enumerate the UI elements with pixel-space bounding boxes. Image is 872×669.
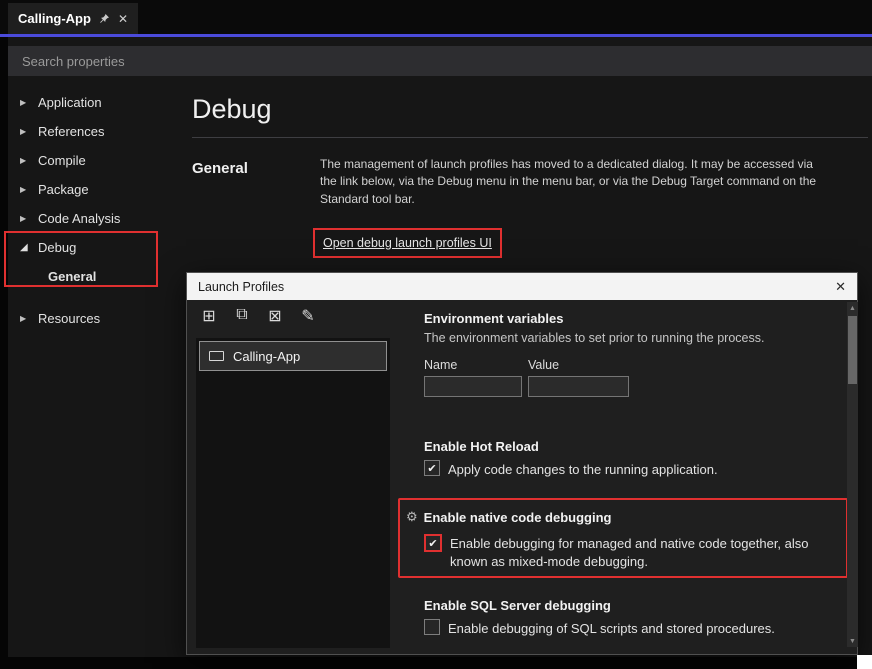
sidebar-item-label: Application: [38, 95, 102, 110]
dialog-body: ⊞ ⧉ ⊠ ✎ Calling-App Environment variable…: [187, 300, 857, 654]
profile-icon: [209, 351, 224, 361]
general-section-description: The management of launch profiles has mo…: [320, 156, 820, 208]
environment-variables-description: The environment variables to set prior t…: [424, 331, 828, 345]
duplicate-profile-icon[interactable]: ⧉: [232, 306, 252, 326]
hot-reload-checkbox-label: Apply code changes to the running applic…: [448, 460, 718, 479]
env-name-column-label: Name: [424, 358, 457, 372]
gear-icon: ⚙: [406, 509, 418, 525]
dialog-title: Launch Profiles: [198, 280, 284, 294]
scrollbar-thumb[interactable]: [848, 316, 857, 384]
scroll-up-icon[interactable]: ▲: [847, 302, 858, 314]
env-value-column-label: Value: [528, 358, 559, 372]
check-icon: ✔: [428, 537, 437, 550]
properties-nav: ▶ Application ▶ References ▶ Compile ▶ P…: [8, 88, 180, 333]
chevron-right-icon: ▶: [20, 314, 31, 323]
env-name-input[interactable]: [424, 376, 522, 397]
sql-debugging-checkbox[interactable]: [424, 619, 440, 635]
launch-profiles-dialog: Launch Profiles ✕ ⊞ ⧉ ⊠ ✎ Calling-App En…: [186, 272, 858, 655]
sidebar-item-references[interactable]: ▶ References: [8, 117, 180, 146]
delete-profile-icon[interactable]: ⊠: [265, 306, 285, 326]
hot-reload-checkbox[interactable]: ✔: [424, 460, 440, 476]
sidebar-item-label: Code Analysis: [38, 211, 120, 226]
rename-profile-icon[interactable]: ✎: [298, 306, 318, 326]
tab-title: Calling-App: [18, 11, 91, 26]
chevron-expanded-icon: ◢: [20, 242, 31, 253]
sidebar-item-code-analysis[interactable]: ▶ Code Analysis: [8, 204, 180, 233]
pin-icon[interactable]: [99, 13, 110, 24]
profile-item-calling-app[interactable]: Calling-App: [199, 341, 387, 371]
general-section-heading: General: [192, 160, 248, 177]
sidebar-item-debug[interactable]: ◢ Debug: [8, 233, 180, 262]
resize-grip[interactable]: [857, 655, 872, 669]
env-value-input[interactable]: [528, 376, 629, 397]
title-divider: [192, 137, 868, 138]
sidebar-item-label: Compile: [38, 153, 86, 168]
close-icon[interactable]: ✕: [118, 13, 128, 25]
sql-debugging-row: Enable debugging of SQL scripts and stor…: [424, 619, 775, 638]
tab-calling-app[interactable]: Calling-App ✕: [8, 3, 138, 34]
sidebar-item-application[interactable]: ▶ Application: [8, 88, 180, 117]
hot-reload-heading: Enable Hot Reload: [424, 439, 539, 454]
chevron-right-icon: ▶: [20, 185, 31, 194]
sidebar-item-package[interactable]: ▶ Package: [8, 175, 180, 204]
profiles-toolbar: ⊞ ⧉ ⊠ ✎: [199, 306, 318, 326]
hot-reload-row: ✔ Apply code changes to the running appl…: [424, 460, 718, 479]
check-icon: ✔: [427, 462, 436, 475]
sql-debugging-heading: Enable SQL Server debugging: [424, 598, 611, 613]
open-launch-profiles-link[interactable]: Open debug launch profiles UI: [323, 236, 492, 250]
native-debugging-row: ✔ Enable debugging for managed and nativ…: [424, 534, 842, 570]
sidebar-item-debug-general[interactable]: General: [8, 262, 180, 291]
new-profile-icon[interactable]: ⊞: [199, 306, 219, 326]
profiles-list: Calling-App: [196, 338, 390, 648]
profile-label: Calling-App: [233, 349, 300, 364]
native-debugging-checkbox-label: Enable debugging for managed and native …: [450, 534, 842, 570]
sidebar-item-label: Resources: [38, 311, 100, 326]
chevron-right-icon: ▶: [20, 214, 31, 223]
chevron-right-icon: ▶: [20, 156, 31, 165]
sidebar-item-label: Debug: [38, 240, 76, 255]
sidebar-item-resources[interactable]: ▶ Resources: [8, 304, 180, 333]
native-debugging-checkbox[interactable]: ✔: [424, 534, 442, 552]
sidebar-item-compile[interactable]: ▶ Compile: [8, 146, 180, 175]
sidebar-item-label: References: [38, 124, 104, 139]
close-icon[interactable]: ✕: [835, 279, 846, 295]
search-input[interactable]: [8, 46, 872, 76]
highlight-box-link: Open debug launch profiles UI: [313, 228, 502, 258]
vs-properties-window: Calling-App ✕ ▶ Application ▶ References…: [0, 0, 872, 669]
native-debugging-heading: Enable native code debugging: [424, 510, 612, 525]
search-bar: [8, 46, 872, 76]
dialog-scrollbar[interactable]: ▲ ▼: [847, 302, 858, 647]
dialog-titlebar[interactable]: Launch Profiles ✕: [187, 273, 857, 300]
page-title: Debug: [192, 94, 272, 125]
chevron-right-icon: ▶: [20, 98, 31, 107]
scroll-down-icon[interactable]: ▼: [847, 635, 858, 647]
document-tab-bar: Calling-App ✕: [0, 0, 872, 34]
environment-variables-heading: Environment variables: [424, 311, 563, 326]
chevron-right-icon: ▶: [20, 127, 31, 136]
native-debugging-heading-row: ⚙ Enable native code debugging: [406, 509, 611, 525]
sidebar-item-label: Package: [38, 182, 89, 197]
sidebar-item-label: General: [48, 269, 96, 284]
sql-debugging-checkbox-label: Enable debugging of SQL scripts and stor…: [448, 619, 775, 638]
